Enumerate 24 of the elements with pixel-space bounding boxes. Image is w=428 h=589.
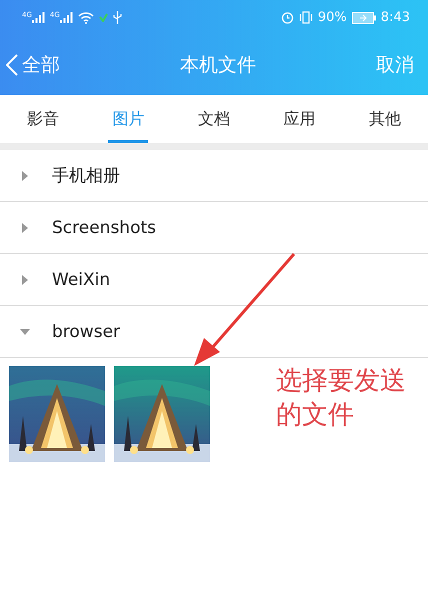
tab[interactable]: 应用 [280,95,320,143]
clock-time: 8:43 [380,10,410,25]
back-icon [6,54,18,76]
wifi-icon [78,12,94,24]
folder-row[interactable]: 手机相册 [0,150,428,202]
tab[interactable]: 其他 [365,95,406,143]
tab[interactable]: 文档 [194,95,234,143]
folder-row[interactable]: Screenshots [0,202,428,254]
tab[interactable]: 影音 [22,95,63,143]
vibrate-icon [298,11,313,24]
folder-name: browser [52,322,120,342]
folder-name: 手机相册 [52,165,120,187]
battery-icon [352,12,376,24]
signal-icon [32,12,45,23]
folder-name: WeiXin [52,270,110,290]
screen-title: 本机文件 [180,53,256,78]
battery-percent: 90% [318,10,347,25]
signal-icon [60,12,73,23]
usb-icon [112,11,122,24]
folder-row[interactable]: WeiXin [0,254,428,306]
annotation-text: 选择要发送 的文件 [276,365,406,432]
folder-name: Screenshots [52,218,156,238]
alarm-icon [280,11,294,24]
check-icon [98,13,108,22]
